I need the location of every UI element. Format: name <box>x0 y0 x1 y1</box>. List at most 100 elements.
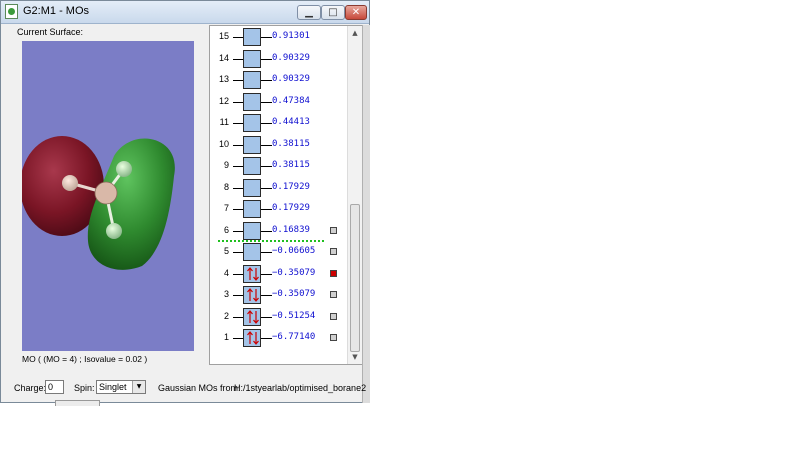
orbital-level[interactable]: 14 0.90329 <box>210 49 348 68</box>
orbital-checkbox[interactable] <box>330 269 337 277</box>
level-line <box>233 230 243 232</box>
minimize-button[interactable]: ▁ <box>297 5 321 20</box>
spin-down-arrow-icon <box>253 310 259 324</box>
level-line <box>261 295 272 296</box>
molecule-viewport[interactable] <box>22 41 194 351</box>
orbital-box[interactable] <box>243 286 261 304</box>
orbital-level[interactable]: 1 −6.77140 <box>210 329 348 347</box>
orbital-level[interactable]: 10 0.38115 <box>210 135 348 154</box>
scroll-up-arrow-icon[interactable]: ▲ <box>348 26 362 40</box>
mo-window: G2:M1 - MOs ▁ □ ✕ Current Surface: MO (… <box>0 0 370 403</box>
orbital-number: 1 <box>223 332 229 342</box>
level-line <box>233 101 243 103</box>
orbital-box[interactable] <box>243 71 261 89</box>
level-line <box>261 144 272 146</box>
level-line <box>233 209 243 210</box>
maximize-icon: □ <box>328 7 338 18</box>
charge-field[interactable]: 0 <box>45 380 64 394</box>
orbital-box[interactable] <box>243 49 261 68</box>
hydrogen-atom[interactable] <box>62 175 78 191</box>
orbital-box[interactable] <box>243 200 261 218</box>
orbital-energy: 0.90329 <box>272 74 310 84</box>
positive-lobe <box>87 138 175 270</box>
close-icon: ✕ <box>351 7 361 18</box>
title-bar[interactable]: G2:M1 - MOs ▁ □ ✕ <box>1 1 369 24</box>
level-line <box>233 316 243 318</box>
orbital-level[interactable]: 9 0.38115 <box>210 157 348 175</box>
source-label: Gaussian MOs from: <box>158 383 241 393</box>
orbital-number: 7 <box>223 203 229 213</box>
level-line <box>261 187 272 189</box>
orbital-level[interactable]: 7 0.17929 <box>210 200 348 218</box>
orbital-energy: −0.35079 <box>272 267 316 278</box>
scroll-down-arrow-icon[interactable]: ▼ <box>348 350 362 364</box>
orbital-checkbox[interactable] <box>330 248 337 255</box>
level-line <box>233 123 243 124</box>
orbital-box[interactable] <box>243 157 261 175</box>
orbital-checkbox[interactable] <box>330 226 337 234</box>
orbital-energy: 0.17929 <box>272 203 310 213</box>
spin-select[interactable]: Singlet ▼ <box>96 380 146 394</box>
boron-atom[interactable] <box>94 181 118 205</box>
partial-button[interactable] <box>55 400 100 406</box>
orbital-number: 5 <box>223 246 229 256</box>
orbital-box[interactable] <box>243 28 261 46</box>
orbital-box[interactable] <box>243 264 261 283</box>
orbital-checkbox[interactable] <box>330 312 337 320</box>
hydrogen-atom[interactable] <box>106 223 122 239</box>
level-line <box>261 252 272 253</box>
level-line <box>261 123 272 124</box>
level-line <box>261 316 272 318</box>
orbital-energy: 0.16839 <box>272 224 310 235</box>
level-line <box>233 295 243 296</box>
mo-diagram-panel[interactable]: 15 0.91301 14 0.90329 13 0.90329 12 0.47384 11 0.… <box>209 25 363 365</box>
level-line <box>261 166 272 167</box>
spin-down-arrow-icon <box>253 289 259 302</box>
spin-select-value: Singlet <box>99 382 127 392</box>
orbital-level[interactable]: 12 0.47384 <box>210 92 348 111</box>
level-line <box>261 209 272 210</box>
orbital-box[interactable] <box>243 135 261 154</box>
chevron-down-icon[interactable]: ▼ <box>132 381 145 393</box>
homo-lumo-divider <box>218 240 324 242</box>
orbital-level[interactable]: 4 −0.35079 <box>210 264 348 283</box>
level-line <box>233 252 243 253</box>
vertical-scrollbar[interactable]: ▲ ▼ <box>347 26 362 364</box>
orbital-number: 10 <box>218 138 229 149</box>
level-line <box>261 338 272 339</box>
orbital-checkbox[interactable] <box>330 334 337 341</box>
scrollbar-thumb[interactable] <box>350 204 360 352</box>
orbital-level[interactable]: 6 0.16839 <box>210 221 348 240</box>
orbital-number: 8 <box>223 181 229 192</box>
orbital-level[interactable]: 3 −0.35079 <box>210 286 348 304</box>
orbital-energy: −6.77140 <box>272 332 316 342</box>
orbital-number: 13 <box>218 74 229 84</box>
orbital-box[interactable] <box>243 92 261 111</box>
orbital-energy: 0.90329 <box>272 52 310 63</box>
hydrogen-atom[interactable] <box>116 161 132 177</box>
close-button[interactable]: ✕ <box>345 5 367 20</box>
level-line <box>233 338 243 339</box>
orbital-energy: 0.38115 <box>272 160 310 170</box>
orbital-level[interactable]: 15 0.91301 <box>210 28 348 46</box>
orbital-box[interactable] <box>243 114 261 132</box>
orbital-level[interactable]: 5 −0.06605 <box>210 243 348 261</box>
orbital-energy: 0.44413 <box>272 117 310 127</box>
orbital-box[interactable] <box>243 243 261 261</box>
orbital-level[interactable]: 2 −0.51254 <box>210 307 348 326</box>
window-edge-strip <box>362 25 370 403</box>
orbital-box[interactable] <box>243 307 261 326</box>
gaussview-icon <box>5 4 18 19</box>
orbital-level[interactable]: 8 0.17929 <box>210 178 348 197</box>
orbital-level[interactable]: 13 0.90329 <box>210 71 348 89</box>
orbital-checkbox[interactable] <box>330 291 337 298</box>
orbital-box[interactable] <box>243 178 261 197</box>
orbital-box[interactable] <box>243 221 261 240</box>
orbital-number: 6 <box>223 224 229 235</box>
maximize-button[interactable]: □ <box>321 5 345 20</box>
orbital-energy: −0.35079 <box>272 289 316 299</box>
orbital-number: 2 <box>223 310 229 321</box>
orbital-level[interactable]: 11 0.44413 <box>210 114 348 132</box>
orbital-box[interactable] <box>243 329 261 347</box>
orbital-number: 14 <box>218 52 229 63</box>
